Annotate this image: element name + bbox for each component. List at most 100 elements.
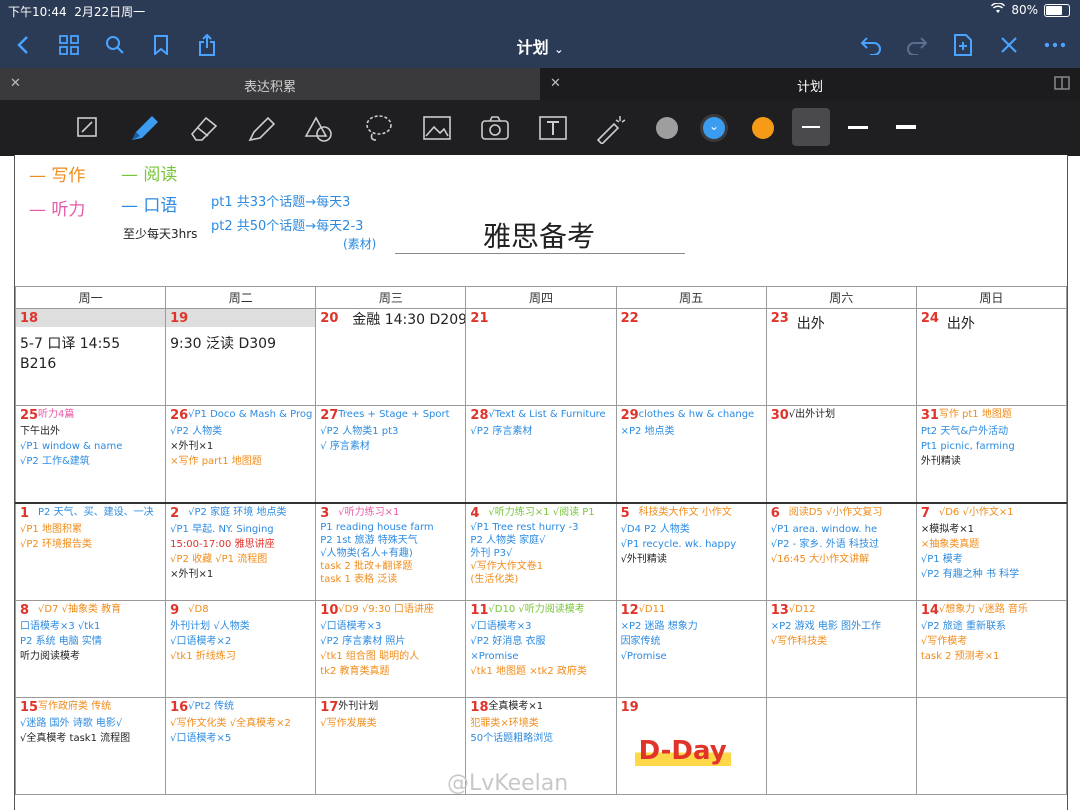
calendar-day-cell[interactable]: 18 5-7 口译 14:55 B216 [14,308,167,406]
redo-icon[interactable] [902,30,932,60]
calendar-day-cell[interactable]: 16 √Pt2 传统 √写作文化类 √全真模考×2 √口语模考×5 [165,697,317,795]
task-line: √P2 人物类 [170,426,223,437]
task-line: √D9 √9:30 口语讲座 [338,604,434,615]
lasso-select-page-icon[interactable] [72,112,106,144]
calendar-day-cell[interactable]: 2 √P2 家庭 环境 地点类 √P1 早起. NY. Singing 15:00-1… [165,502,317,601]
calendar-day-cell[interactable]: 26 √P1 Doco & Mash & Prog √P2 人物类 ×外刊×1 ×写作 … [165,405,317,504]
task-line: √P1 Tree rest hurry -3 [470,522,579,533]
calendar-day-cell[interactable]: 10 √D9 √9:30 口语讲座 √口语模考×3 √P2 序言素材 照片 √tk1 组… [315,600,467,698]
day-number: 24 [920,311,939,326]
day-number: 17 [320,700,339,715]
highlighter-icon[interactable] [244,112,278,144]
eraser-icon[interactable] [186,112,220,144]
laser-pointer-icon[interactable] [594,112,628,146]
add-page-icon[interactable] [948,30,978,60]
calendar-day-cell[interactable]: 8 √D7 √抽象类 教育 口语模考×3 √tk1 P2 系统 电脑 实情 听力阅读模考 [14,600,167,698]
calendar-day-cell[interactable]: 9 √D8 外刊计划 √人物类 √口语模考×2 √tk1 折线练习 [165,600,317,698]
calendar-day-cell[interactable]: 21 [465,308,617,406]
nav-bar: 计划 ⌄ [0,22,1080,68]
calendar-day-cell[interactable]: 12 √D11 ×P2 迷路 想象力 因家传统 √Promise [615,600,767,698]
task-line: √口语模考×3 [320,621,382,632]
task-line: √P2 序言素材 [470,426,533,437]
color-orange-swatch[interactable] [752,117,774,139]
day-number: 20 [320,311,339,326]
shapes-icon[interactable] [302,112,336,144]
task-line: √P2 - 家乡. 外语 科技过 [770,539,879,550]
calendar-day-cell[interactable]: 31 写作 pt1 地图题 Pt2 天气&户外活动 Pt1 picnic, farmi… [915,405,1068,504]
calendar-day-cell[interactable]: 3 √听力练习×1 P1 reading house farm P2 1st 旅游 特… [315,502,467,601]
task-line: √口语模考×3 [470,621,532,632]
calendar-day-cell[interactable]: 28 √Text & List & Furniture √P2 序言素材 [465,405,617,504]
legend-reading: — 阅读 [121,165,178,185]
color-gray-swatch[interactable] [656,117,678,139]
calendar-day-cell[interactable]: 25 听力4篇 下午出外 √P1 window & name √P2 工作&建筑 [14,405,167,504]
task-line: √P2 工作&建筑 [20,456,90,467]
task-line: 外刊精读 [920,456,961,467]
day-content: 19 9:30 泛读 D309 [166,309,315,405]
calendar-day-cell[interactable]: 5 科技类大作文 小作文 √D4 P2 人物类 √P1 recycle. wk. ha… [615,502,767,601]
tab-plan[interactable]: ✕ 计划 [540,68,1080,100]
camera-icon[interactable] [478,112,512,144]
task-line: √P2 好消息 衣服 [470,636,546,647]
calendar-day-cell[interactable] [765,697,917,795]
calendar-day-cell[interactable]: 23 出外 [765,308,917,406]
more-icon[interactable] [1040,30,1070,60]
weekday-2: 周三 [315,286,467,309]
task-line: √迷路 国外 诗歌 电影√ [20,718,123,729]
calendar-day-cell[interactable] [915,697,1068,795]
notebook-page[interactable]: — 写作 — 阅读 — 听力 — 口语 pt1 共33个话题→每天3 pt2 共… [14,155,1068,810]
day-content: 28 √Text & List & Furniture √P2 序言素材 [467,406,615,502]
task-line: √写作科技类 [770,636,828,647]
day-content: 21 [467,310,615,405]
calendar-day-cell[interactable]: 13 √D12 ×P2 游戏 电影 图外工作 √写作科技类 [765,600,917,698]
day-number: 5 [620,506,630,521]
calendar-day-cell[interactable]: 30 √出外计划 [765,405,917,504]
legend-material: (素材) [343,237,377,251]
lasso-icon[interactable] [362,112,396,144]
calendar-day-cell[interactable]: 29 clothes & hw & change ×P2 地点类 [615,405,767,504]
stroke-thick-option[interactable] [896,125,916,129]
close-icon[interactable] [994,30,1024,60]
day-content: 4 √听力练习×1 √阅读 P1 √P1 Tree rest hurry -3 P2 … [467,504,615,600]
task-line: (生活化类) [470,574,519,585]
calendar-day-cell[interactable]: 7 √D6 √小作文×1 ×模拟考×1 ×抽象类真题 √P1 模考 √P2 有趣之种 书 … [915,502,1068,601]
stroke-medium-option[interactable] [848,126,868,129]
calendar-day-cell[interactable]: 19 9:30 泛读 D309 [165,308,317,406]
calendar-day-cell[interactable]: 17 外刊计划 √写作发展类 [315,697,467,795]
image-icon[interactable] [420,112,454,144]
day-number: 19 [620,700,639,715]
task-line: Pt2 天气&户外活动 [920,426,1009,437]
calendar-day-cell[interactable]: 15 写作政府类 传统 √迷路 国外 诗歌 电影√ √全真模考 task1 流程图 [14,697,167,795]
task-line: ×模拟考×1 [920,524,974,535]
calendar-day-cell[interactable]: 20 金融 14:30 D209 [315,308,467,406]
stroke-thin-option[interactable] [792,108,830,146]
day-number: 8 [20,603,30,618]
text-box-icon[interactable] [536,112,570,144]
split-view-icon[interactable] [1054,76,1070,94]
task-line: √P1 Doco & Mash & Prog [188,409,313,420]
calendar-day-cell[interactable]: 6 阅读D5 √小作文复习 √P1 area. window. he √P2 - 家乡… [765,502,917,601]
day-number: 16 [170,700,189,715]
calendar-day-cell[interactable]: 24 出外 [915,308,1068,406]
calendar-day-cell[interactable]: 4 √听力练习×1 √阅读 P1 √P1 Tree rest hurry -3 P2 … [465,502,617,601]
pen-icon[interactable] [128,112,162,144]
calendar-day-cell[interactable]: 27 Trees + Stage + Sport √P2 人物类1 pt3 √ 序言素… [315,405,467,504]
calendar-day-cell[interactable]: 11 √D10 √听力阅读模考 √口语模考×3 √P2 好消息 衣服 ×Promise √… [465,600,617,698]
wifi-icon [991,2,1006,17]
undo-icon[interactable] [856,30,886,60]
calendar-week-row: 1 P2 天气、买、建设、一决 √P1 地图积累 √P2 环境报告类 2 √P2 家庭 环… [14,502,1068,601]
calendar-day-cell[interactable]: 14 √想象力 √迷路 音乐 √P2 旅途 重新联系 √写作模考 task 2 预测考×… [915,600,1068,698]
color-blue-swatch-ring[interactable]: ⌄ [700,114,728,142]
status-right: 80% [991,2,1070,17]
legend-pt1: pt1 共33个话题→每天3 [211,195,351,210]
task-line: √tk1 折线练习 [170,651,236,662]
task-line: 犯罪类×环境类 [470,718,539,729]
task-line: √D6 √小作文×1 [938,507,1014,518]
calendar-day-cell[interactable]: 1 P2 天气、买、建设、一决 √P1 地图积累 √P2 环境报告类 [14,502,167,601]
weekday-4: 周五 [615,286,767,309]
calendar-day-cell[interactable]: 19 D-Day [615,697,767,795]
document-title-text: 计划 [516,38,549,57]
tab-expression[interactable]: ✕ 表达积累 [0,68,540,100]
calendar-day-cell[interactable]: 22 [615,308,767,406]
battery-percent: 80% [1011,3,1038,17]
